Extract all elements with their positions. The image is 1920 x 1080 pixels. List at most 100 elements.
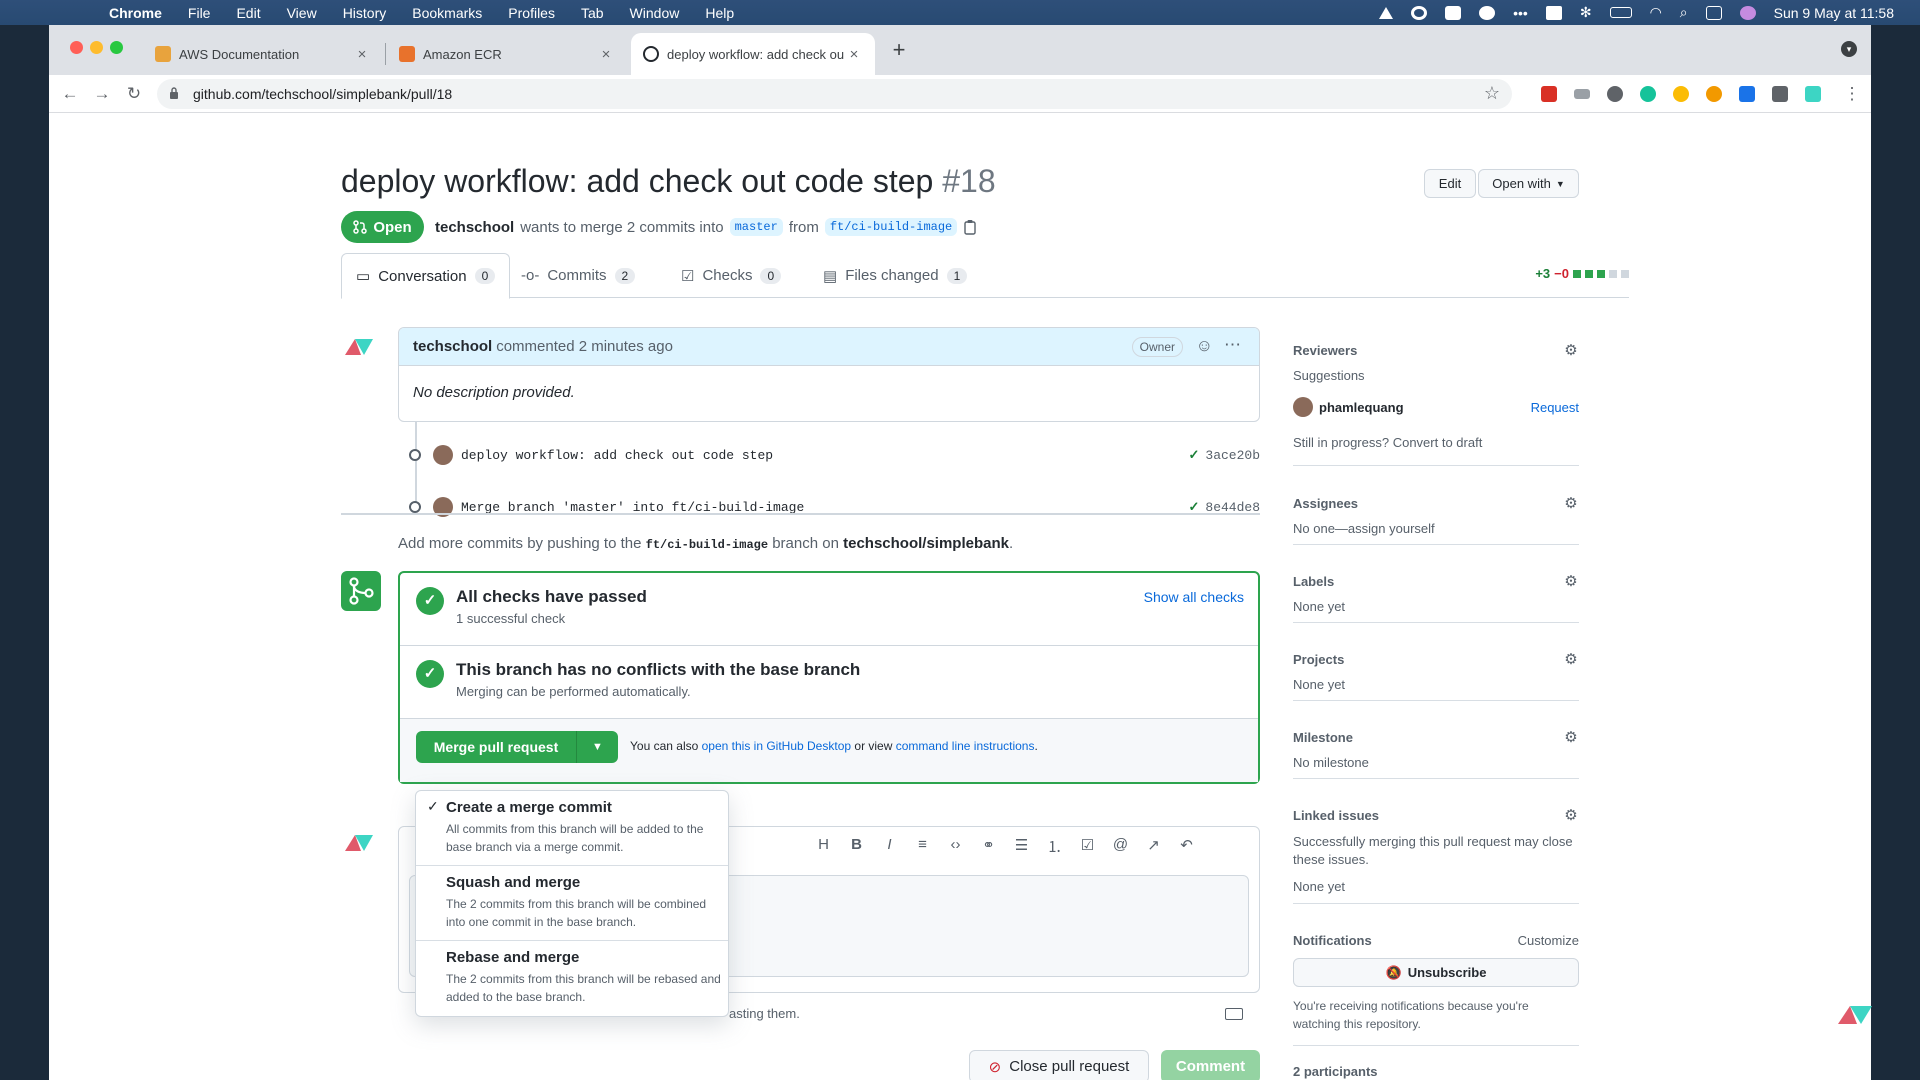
bold-icon[interactable]: B — [847, 836, 866, 857]
diffstat[interactable]: +3 −0 — [1535, 266, 1629, 281]
attach-hint[interactable]: asting them. — [729, 1006, 800, 1021]
menu-history[interactable]: History — [343, 5, 387, 21]
show-all-checks-link[interactable]: Show all checks — [1144, 589, 1244, 605]
menu-app-name[interactable]: Chrome — [109, 5, 162, 21]
check-icon[interactable]: ✓ — [1188, 447, 1199, 463]
spotlight-icon[interactable]: ⌕ — [1680, 4, 1688, 21]
extension-satellite-icon[interactable] — [1607, 86, 1623, 102]
open-with-button[interactable]: Open with ▼ — [1478, 169, 1579, 198]
close-window-button[interactable] — [70, 41, 83, 54]
merge-option-rebase[interactable]: Rebase and merge The 2 commits from this… — [416, 941, 728, 1016]
italic-icon[interactable]: I — [880, 836, 899, 857]
merge-method-dropdown-icon[interactable]: ▼ — [577, 741, 618, 753]
commit-sha[interactable]: ✓ 3ace20b — [1188, 447, 1260, 463]
keyboard-input-icon[interactable] — [1545, 5, 1562, 20]
comment-timestamp[interactable]: commented 2 minutes ago — [496, 338, 673, 355]
edit-title-button[interactable]: Edit — [1424, 169, 1476, 198]
heading-icon[interactable]: H — [814, 836, 833, 857]
tab-checks[interactable]: ☑ Checks 0 — [667, 253, 795, 298]
gear-icon[interactable]: ⚙ — [1563, 730, 1579, 746]
battery-icon[interactable] — [1609, 7, 1632, 18]
extension-gmail-icon[interactable] — [1541, 86, 1557, 102]
commit-message[interactable]: deploy workflow: add check out code step — [461, 448, 773, 463]
reply-icon[interactable]: ↶ — [1177, 836, 1196, 857]
push-hint-repo[interactable]: techschool/simplebank — [843, 535, 1009, 552]
tab-search-icon[interactable]: ▾ — [1841, 41, 1857, 57]
current-user-avatar[interactable] — [345, 831, 373, 855]
avatar[interactable] — [1293, 397, 1313, 417]
extensions-puzzle-icon[interactable] — [1772, 86, 1788, 102]
gear-icon[interactable]: ⚙ — [1563, 652, 1579, 668]
techschool-avatar[interactable] — [345, 335, 373, 359]
control-center-icon[interactable] — [1705, 5, 1722, 20]
assignees-value[interactable]: No one—assign yourself — [1293, 521, 1629, 536]
menu-help[interactable]: Help — [705, 5, 734, 21]
command-line-instructions-link[interactable]: command line instructions — [896, 739, 1035, 753]
browser-menu-icon[interactable]: ⋮ — [1841, 83, 1863, 105]
menu-file[interactable]: File — [188, 5, 211, 21]
tab-conversation[interactable]: ▭ Conversation 0 — [341, 253, 511, 299]
reviewers-title[interactable]: Reviewers — [1293, 343, 1579, 358]
merge-pull-request-button[interactable]: Merge pull request ▼ — [416, 731, 618, 763]
copy-icon[interactable] — [963, 219, 977, 235]
menu-tab[interactable]: Tab — [581, 5, 604, 21]
more-dots-icon[interactable]: ••• — [1513, 5, 1528, 21]
menu-edit[interactable]: Edit — [236, 5, 260, 21]
pr-author[interactable]: techschool — [435, 219, 514, 236]
comment-button[interactable]: Comment — [1161, 1050, 1260, 1080]
markdown-icon[interactable] — [1225, 1008, 1243, 1020]
base-branch[interactable]: master — [729, 218, 783, 236]
new-tab-button[interactable]: + — [885, 37, 913, 63]
task-list-icon[interactable]: ☑ — [1078, 836, 1097, 857]
minimize-window-button[interactable] — [90, 41, 103, 54]
address-bar[interactable]: github.com/techschool/simplebank/pull/18… — [157, 79, 1512, 109]
avatar[interactable] — [433, 445, 453, 465]
zoom-window-button[interactable] — [110, 41, 123, 54]
siri-icon[interactable] — [1739, 5, 1756, 20]
docker-icon[interactable] — [1445, 5, 1462, 20]
location-icon[interactable] — [1379, 6, 1394, 19]
bluetooth-icon[interactable]: ✻ — [1580, 4, 1592, 21]
menu-window[interactable]: Window — [630, 5, 680, 21]
elephant-icon[interactable] — [1479, 5, 1496, 20]
menu-bookmarks[interactable]: Bookmarks — [412, 5, 482, 21]
wifi-icon[interactable]: ◠ — [1650, 4, 1662, 21]
unsubscribe-button[interactable]: 🔕 Unsubscribe — [1293, 958, 1579, 987]
bookmark-star-icon[interactable]: ☆ — [1484, 83, 1500, 104]
menu-view[interactable]: View — [287, 5, 317, 21]
reload-icon[interactable]: ↻ — [123, 83, 145, 105]
reference-icon[interactable]: ↗ — [1144, 836, 1163, 857]
extension-grammarly-icon[interactable] — [1640, 86, 1656, 102]
record-icon[interactable] — [1411, 5, 1428, 20]
more-options-icon[interactable]: ⋯ — [1224, 335, 1241, 355]
merge-option-squash[interactable]: Squash and merge The 2 commits from this… — [416, 866, 728, 941]
back-icon[interactable]: ← — [59, 83, 81, 105]
tab-commits[interactable]: -o- Commits 2 — [507, 253, 649, 298]
browser-tab-aws-docs[interactable]: AWS Documentation × — [143, 33, 383, 75]
extension-techschool-icon[interactable] — [1805, 86, 1821, 102]
extension-yellow-icon[interactable] — [1673, 86, 1689, 102]
numbered-list-icon[interactable]: ⒈ — [1045, 836, 1064, 857]
close-pull-request-button[interactable]: ⊘ Close pull request — [969, 1050, 1149, 1080]
customize-link[interactable]: Customize — [1518, 933, 1579, 948]
browser-tab-amazon-ecr[interactable]: Amazon ECR × — [387, 33, 627, 75]
gear-icon[interactable]: ⚙ — [1563, 343, 1579, 359]
gear-icon[interactable]: ⚙ — [1563, 808, 1579, 824]
extension-translate-icon[interactable] — [1739, 86, 1755, 102]
extension-card-icon[interactable] — [1574, 89, 1590, 99]
browser-tab-github-pr[interactable]: deploy workflow: add check ou × — [631, 33, 875, 75]
close-tab-icon[interactable]: × — [845, 46, 863, 63]
tab-files-changed[interactable]: ▤ Files changed 1 — [809, 253, 981, 298]
request-review-link[interactable]: Request — [1531, 400, 1579, 415]
gear-icon[interactable]: ⚙ — [1563, 496, 1579, 512]
close-tab-icon[interactable]: × — [597, 46, 615, 63]
bullet-list-icon[interactable]: ☰ — [1012, 836, 1031, 857]
code-icon[interactable]: ‹› — [946, 836, 965, 857]
add-reaction-icon[interactable]: ☺ — [1196, 336, 1213, 356]
reviewer-name[interactable]: phamlequang — [1319, 400, 1404, 415]
close-tab-icon[interactable]: × — [353, 46, 371, 63]
link-icon[interactable]: ⚭ — [979, 836, 998, 857]
convert-to-draft-link[interactable]: Still in progress? Convert to draft — [1293, 435, 1482, 450]
open-in-desktop-link[interactable]: open this in GitHub Desktop — [702, 739, 851, 753]
quote-icon[interactable]: ≡ — [913, 836, 932, 857]
